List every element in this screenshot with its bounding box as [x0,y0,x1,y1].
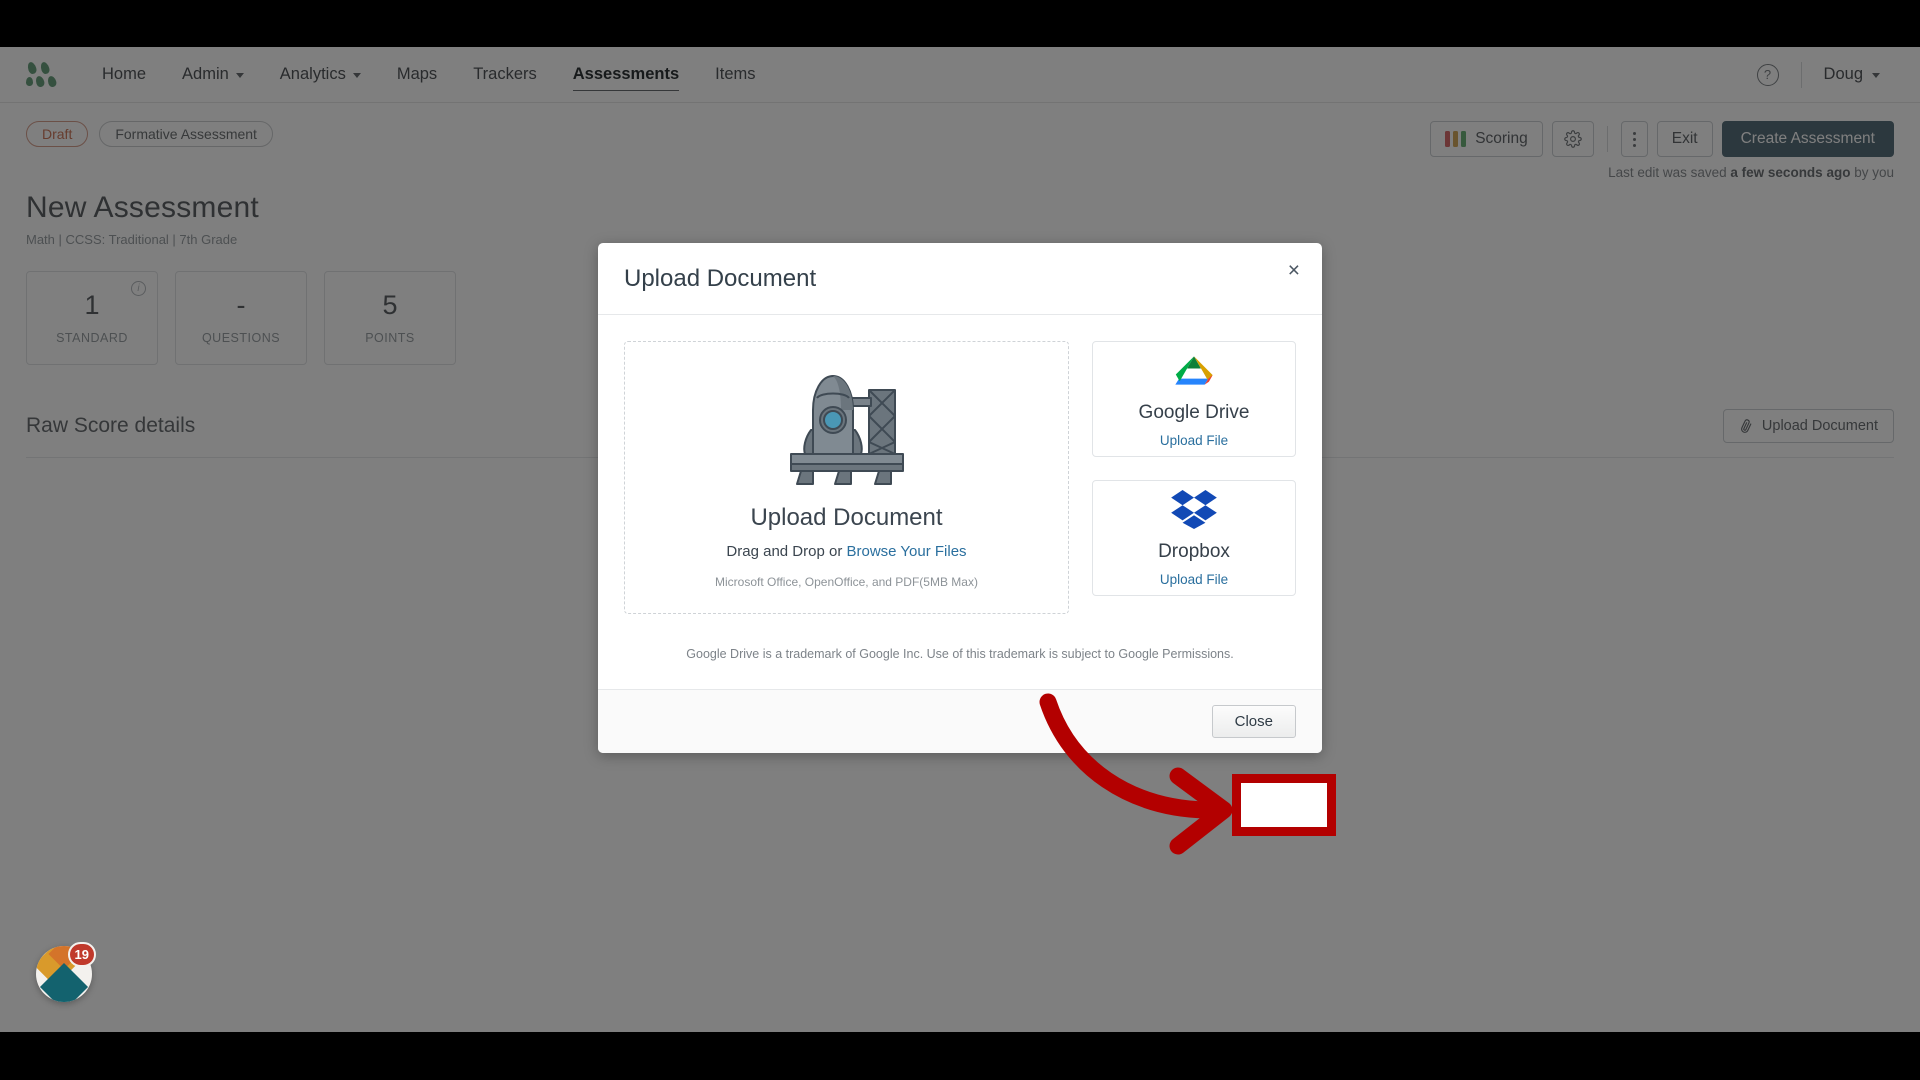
trademark-notice: Google Drive is a trademark of Google In… [686,647,1234,661]
dropzone-title: Upload Document [750,504,943,531]
drag-drop-text: Drag and Drop or [726,543,843,560]
chat-widget[interactable]: 19 [36,942,96,1002]
annotation-arrow [1039,693,1233,855]
upload-document-modal: Upload Document × Upload Document Drag a… [598,243,1322,753]
google-drive-icon [1175,356,1213,385]
modal-body: Upload Document Drag and Drop or Browse … [598,315,1322,689]
notification-badge: 19 [67,942,96,967]
modal-header: Upload Document × [598,243,1322,315]
provider-name: Dropbox [1158,541,1230,562]
provider-name: Google Drive [1138,402,1250,423]
dropzone-instructions: Drag and Drop or Browse Your Files [726,543,966,560]
provider-google-drive[interactable]: Google Drive Upload File [1092,341,1296,457]
close-x-icon[interactable]: × [1288,260,1300,281]
cloud-providers-column: Google Drive Upload File Dropbox Upload … [1092,341,1296,614]
provider-upload-link[interactable]: Upload File [1160,433,1228,448]
screen-root: Home Admin Analytics Maps Trackers Ass [0,0,1920,1080]
dropbox-icon [1171,489,1217,529]
provider-upload-link[interactable]: Upload File [1160,572,1228,587]
upload-options-row: Upload Document Drag and Drop or Browse … [624,341,1296,614]
letterbox-bottom [0,1032,1920,1080]
rocket-launchpad-illustration [789,375,904,485]
dropzone-file-types: Microsoft Office, OpenOffice, and PDF(5M… [715,575,978,589]
file-dropzone[interactable]: Upload Document Drag and Drop or Browse … [624,341,1069,614]
modal-title: Upload Document [624,265,817,292]
letterbox-top [0,0,1920,47]
provider-dropbox[interactable]: Dropbox Upload File [1092,480,1296,596]
browse-files-link[interactable]: Browse Your Files [847,543,967,560]
